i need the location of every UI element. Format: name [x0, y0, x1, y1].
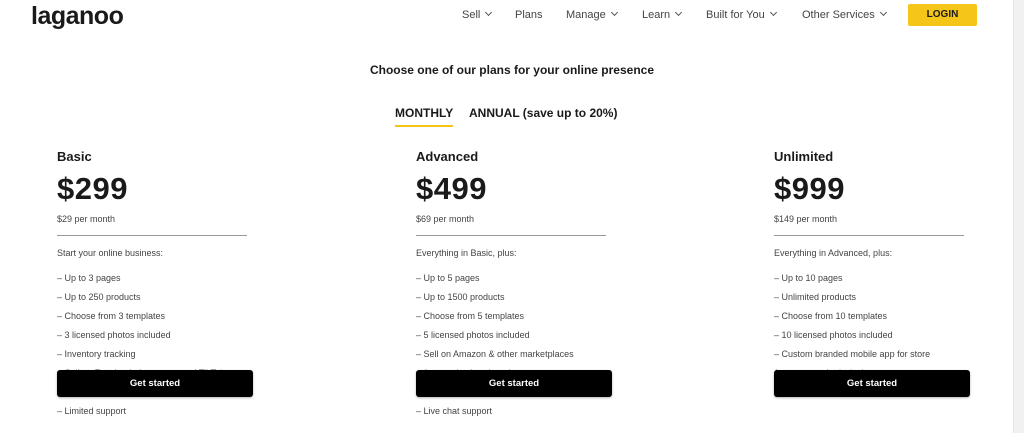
plan-monthly-note: $69 per month: [416, 214, 475, 224]
nav-sell-label: Sell: [462, 9, 481, 21]
get-started-button-basic[interactable]: Get started: [57, 370, 253, 397]
laganoo-logo[interactable]: laganoo: [31, 0, 124, 32]
nav-learn-label: Learn: [642, 9, 671, 21]
login-button[interactable]: LOGIN: [908, 4, 977, 26]
nav-other-services-label: Other Services: [802, 9, 875, 21]
feature-item: – Custom branded mobile app for store: [774, 349, 931, 359]
get-started-button-advanced[interactable]: Get started: [416, 370, 612, 397]
plan-intro: Start your online business:: [57, 248, 164, 258]
feature-item: – 5 licensed photos included: [416, 330, 530, 340]
nav-plans[interactable]: Plans: [515, 9, 543, 21]
chevron-down-icon: [879, 8, 887, 17]
plan-intro: Everything in Basic, plus:: [416, 248, 517, 258]
chevron-down-icon: [610, 8, 618, 17]
nav-manage[interactable]: Manage: [566, 8, 618, 21]
plan-monthly-note: $29 per month: [57, 214, 116, 224]
plan-name: Advanced: [416, 149, 479, 164]
nav-learn[interactable]: Learn: [642, 8, 683, 21]
plan-intro: Everything in Advanced, plus:: [774, 248, 893, 258]
nav-built-for-you-label: Built for You: [706, 9, 765, 21]
plan-features: – Up to 3 pages – Up to 250 products – C…: [57, 269, 257, 421]
nav-plans-label: Plans: [515, 9, 543, 21]
chevron-down-icon: [675, 8, 683, 17]
chevron-down-icon: [769, 8, 777, 17]
plan-price: $299: [57, 171, 128, 206]
feature-item: – 10 licensed photos included: [774, 330, 893, 340]
nav-sell[interactable]: Sell: [462, 8, 493, 21]
plan-divider: [774, 235, 964, 236]
plan-name: Unlimited: [774, 149, 834, 164]
feature-item: – Limited support: [57, 406, 127, 416]
site-header: laganoo Sell Plans Manage Learn Built fo…: [0, 0, 1024, 32]
nav-built-for-you[interactable]: Built for You: [706, 8, 777, 21]
page-headline: Choose one of our plans for your online …: [369, 63, 655, 77]
chevron-down-icon: [485, 8, 493, 17]
feature-item: – Live chat support: [416, 406, 493, 416]
feature-item: – Up to 10 pages: [774, 273, 843, 283]
plan-name: Basic: [57, 149, 92, 164]
vertical-scrollbar[interactable]: [1013, 0, 1024, 433]
nav-manage-label: Manage: [566, 9, 606, 21]
feature-item: – Up to 3 pages: [57, 273, 121, 283]
plan-features: – Up to 10 pages – Unlimited products – …: [774, 269, 974, 383]
feature-item: – Choose from 3 templates: [57, 311, 166, 321]
feature-item: – Up to 250 products: [57, 292, 141, 302]
feature-item: – Up to 1500 products: [416, 292, 505, 302]
nav-other-services[interactable]: Other Services: [802, 8, 887, 21]
get-started-button-unlimited[interactable]: Get started: [774, 370, 970, 397]
feature-item: – Unlimited products: [774, 292, 857, 302]
feature-item: – Up to 5 pages: [416, 273, 480, 283]
plan-monthly-note: $149 per month: [774, 214, 838, 224]
feature-item: – 3 licensed photos included: [57, 330, 171, 340]
feature-item: – Sell on Amazon & other marketplaces: [416, 349, 574, 359]
tab-annual[interactable]: ANNUAL (save up to 20%): [469, 106, 617, 120]
plan-unlimited: Unlimited $999 $149 per month Everything…: [774, 149, 974, 383]
feature-item: – Inventory tracking: [57, 349, 136, 359]
tab-monthly[interactable]: MONTHLY: [395, 106, 454, 127]
plan-divider: [416, 235, 606, 236]
plan-features: – Up to 5 pages – Up to 1500 products – …: [416, 269, 616, 421]
plan-price: $499: [416, 171, 487, 206]
logo-text: laganoo: [31, 2, 124, 30]
feature-item: – Choose from 10 templates: [774, 311, 888, 321]
plan-price: $999: [774, 171, 845, 206]
plan-divider: [57, 235, 247, 236]
feature-item: – Choose from 5 templates: [416, 311, 525, 321]
